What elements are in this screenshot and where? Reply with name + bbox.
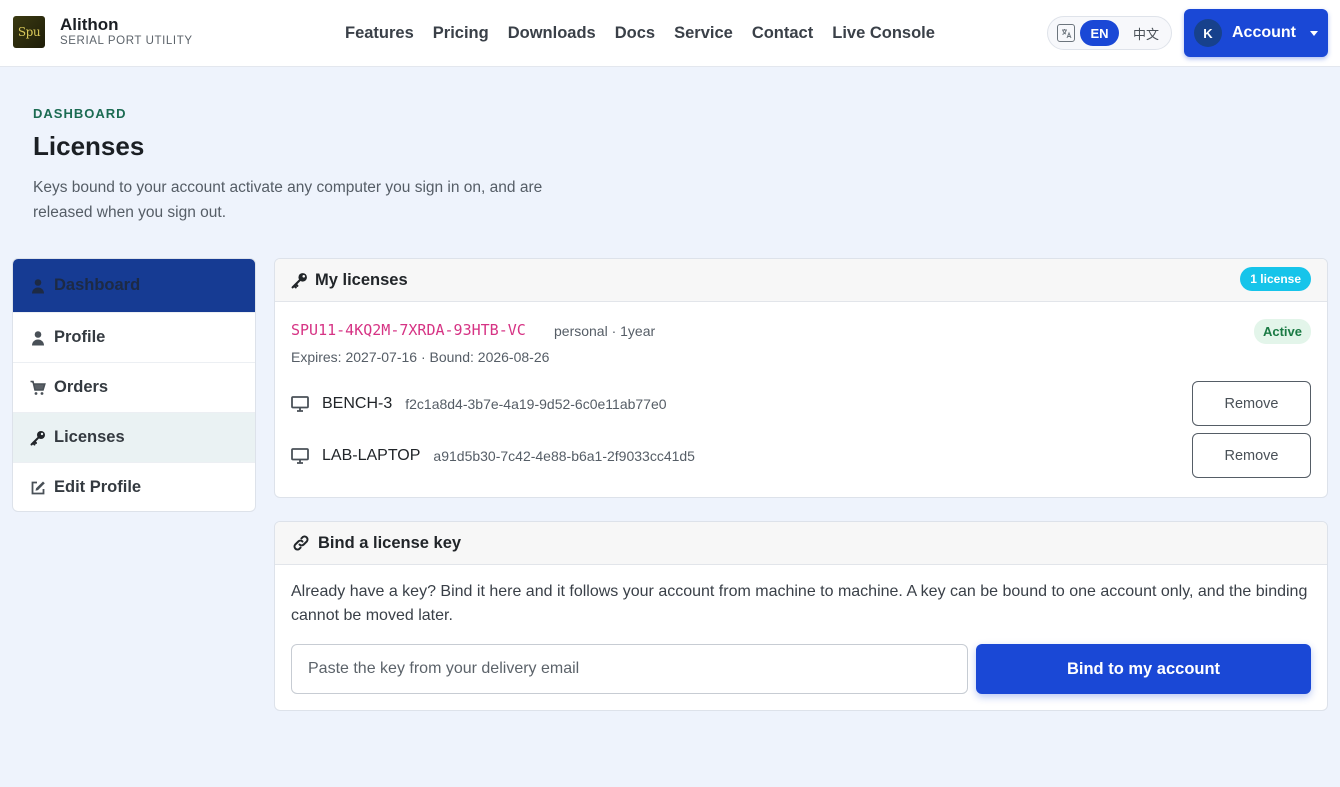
machine-row: BENCH-3 f2c1a8d4-3b7e-4a19-9d52-6c0e11ab… bbox=[291, 392, 667, 416]
nav-live-console[interactable]: Live Console bbox=[832, 22, 935, 44]
nav-features[interactable]: Features bbox=[345, 22, 414, 44]
link-icon bbox=[293, 535, 309, 551]
page-title: Licenses bbox=[33, 131, 145, 161]
bind-key-card: Bind a license key Already have a key? B… bbox=[274, 521, 1328, 711]
translate-icon bbox=[1057, 24, 1075, 42]
nav-service[interactable]: Service bbox=[674, 22, 733, 44]
nav-downloads[interactable]: Downloads bbox=[508, 22, 596, 44]
machine-name: LAB-LAPTOP bbox=[322, 447, 421, 464]
key-icon bbox=[30, 430, 46, 446]
user-icon bbox=[30, 278, 46, 294]
brand-name: Alithon bbox=[60, 15, 119, 34]
brand[interactable]: Spu Alithon SERIAL PORT UTILITY bbox=[13, 15, 193, 48]
page-description: Keys bound to your account activate any … bbox=[33, 179, 543, 221]
desktop-icon bbox=[291, 396, 309, 412]
desktop-icon bbox=[291, 448, 309, 464]
machine-row: LAB-LAPTOP a91d5b30-7c42-4e88-b6a1-2f903… bbox=[291, 444, 695, 468]
remove-machine-button[interactable]: Remove bbox=[1192, 433, 1311, 478]
license-count-badge: 1 license bbox=[1240, 267, 1311, 291]
licenses-card-header: My licenses bbox=[275, 259, 1327, 302]
language-switcher: EN 中文 bbox=[1047, 16, 1172, 50]
sidebar: Dashboard Profile Orders Licenses Edit P… bbox=[12, 258, 256, 512]
top-navbar: Spu Alithon SERIAL PORT UTILITY Features… bbox=[0, 0, 1340, 67]
nav-pricing[interactable]: Pricing bbox=[433, 22, 489, 44]
license-dates: Expires: 2027-07-16 · Bound: 2026-08-26 bbox=[291, 349, 550, 365]
sidebar-item-dashboard[interactable]: Dashboard bbox=[13, 259, 255, 312]
brand-logo: Spu bbox=[13, 15, 45, 48]
sidebar-item-profile[interactable]: Profile bbox=[13, 312, 255, 362]
bind-card-header: Bind a license key bbox=[275, 522, 1327, 565]
machine-name: BENCH-3 bbox=[322, 395, 393, 412]
language-en-button[interactable]: EN bbox=[1080, 20, 1119, 46]
cart-icon bbox=[30, 380, 46, 396]
licenses-card: My licenses 1 license SPU11-4KQ2M-7XRDA-… bbox=[274, 258, 1328, 498]
user-icon bbox=[30, 330, 46, 346]
bind-card-text: Already have a key? Bind it here and it … bbox=[291, 583, 1308, 624]
language-zh-button[interactable]: 中文 bbox=[1133, 24, 1159, 43]
sidebar-item-licenses[interactable]: Licenses bbox=[13, 412, 255, 462]
license-key: SPU11-4KQ2M-7XRDA-93HTB-VC bbox=[291, 321, 526, 339]
remove-machine-button[interactable]: Remove bbox=[1192, 381, 1311, 426]
bind-key-button[interactable]: Bind to my account bbox=[976, 644, 1311, 694]
brand-text: Alithon SERIAL PORT UTILITY bbox=[60, 15, 193, 48]
account-dropdown-button[interactable]: K Account bbox=[1184, 9, 1328, 57]
sidebar-item-label: Orders bbox=[54, 378, 109, 396]
license-meta: personal · 1year bbox=[554, 323, 656, 339]
bind-card-title: Bind a license key bbox=[318, 533, 462, 552]
machine-id: f2c1a8d4-3b7e-4a19-9d52-6c0e11ab77e0 bbox=[405, 396, 667, 412]
machine-id: a91d5b30-7c42-4e88-b6a1-2f9033cc41d5 bbox=[433, 448, 695, 464]
avatar: K bbox=[1194, 19, 1222, 47]
sidebar-item-label: Licenses bbox=[54, 428, 125, 446]
page-eyebrow: DASHBOARD bbox=[33, 106, 127, 121]
nav-docs[interactable]: Docs bbox=[615, 22, 655, 44]
nav-contact[interactable]: Contact bbox=[752, 22, 813, 44]
sidebar-item-label: Dashboard bbox=[54, 276, 141, 294]
sidebar-item-edit-profile[interactable]: Edit Profile bbox=[13, 462, 255, 511]
brand-subtitle: SERIAL PORT UTILITY bbox=[60, 35, 193, 47]
sidebar-item-label: Edit Profile bbox=[54, 478, 142, 496]
key-icon bbox=[291, 272, 307, 288]
main-nav: Features Pricing Downloads Docs Service … bbox=[345, 22, 954, 44]
edit-icon bbox=[30, 480, 46, 496]
sidebar-item-orders[interactable]: Orders bbox=[13, 362, 255, 412]
sidebar-item-label: Profile bbox=[54, 328, 106, 346]
licenses-card-title: My licenses bbox=[315, 270, 408, 289]
license-key-input[interactable] bbox=[291, 644, 968, 694]
account-label: Account bbox=[1232, 24, 1296, 41]
status-badge: Active bbox=[1253, 319, 1311, 344]
caret-down-icon bbox=[1310, 30, 1318, 36]
